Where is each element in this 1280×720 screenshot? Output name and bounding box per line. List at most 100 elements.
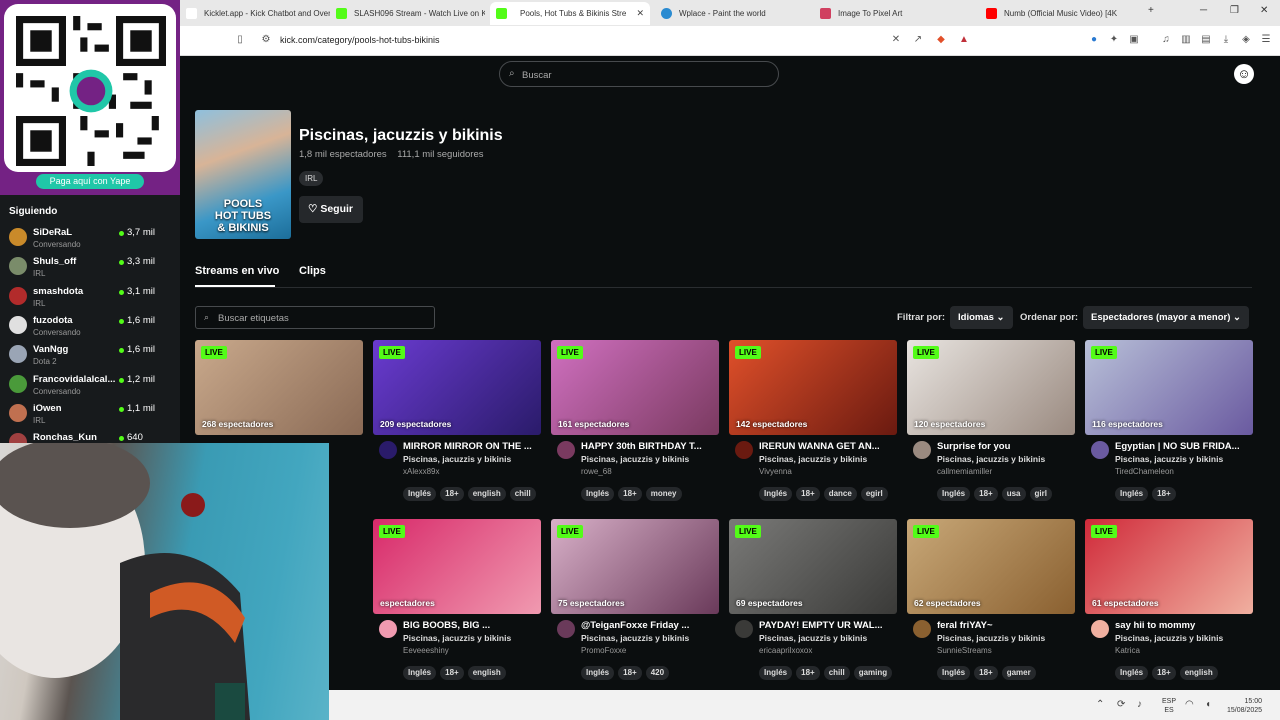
stream-tag[interactable]: 18+ xyxy=(796,487,820,501)
chevron-up-icon[interactable]: ⌃ xyxy=(1096,699,1104,710)
stream-username[interactable]: xAlexx89x xyxy=(403,467,439,476)
stream-category[interactable]: Piscinas, jacuzzis y bikinis xyxy=(1115,454,1223,464)
stream-title[interactable]: PAYDAY! EMPTY UR WAL... xyxy=(759,620,895,631)
stream-category[interactable]: Piscinas, jacuzzis y bikinis xyxy=(1115,633,1223,643)
follow-button[interactable]: ♡ Seguir xyxy=(299,196,363,223)
stream-card[interactable]: LIVE 209 espectadores MIRROR MIRROR ON THE… xyxy=(373,340,541,510)
avatar[interactable] xyxy=(913,441,931,459)
stream-tag[interactable]: 18+ xyxy=(618,487,642,501)
avatar[interactable] xyxy=(379,441,397,459)
stream-thumbnail[interactable]: LIVE 120 espectadores xyxy=(907,340,1075,435)
stream-username[interactable]: SunnieStreams xyxy=(937,646,992,655)
sync-icon[interactable]: ⟳ xyxy=(1117,699,1125,710)
brave-shield-icon[interactable]: ◆ xyxy=(935,34,947,46)
stream-card[interactable]: LIVE 120 espectadores Surprise for you Pisc… xyxy=(907,340,1075,510)
stream-tag[interactable]: 18+ xyxy=(440,487,464,501)
stream-username[interactable]: Katrica xyxy=(1115,646,1140,655)
site-info-icon[interactable]: ⚙ xyxy=(260,34,272,46)
stream-category[interactable]: Piscinas, jacuzzis y bikinis xyxy=(581,454,689,464)
stream-category[interactable]: Piscinas, jacuzzis y bikinis xyxy=(403,454,511,464)
sidebar-channel-item[interactable]: fuzodota Conversando 1,6 mil xyxy=(0,313,180,342)
stream-card[interactable]: LIVE 116 espectadores Egyptian | NO SUB FR… xyxy=(1085,340,1253,510)
stream-title[interactable]: HAPPY 30th BIRTHDAY T... xyxy=(581,441,717,452)
stream-title[interactable]: BIG BOOBS, BIG ... xyxy=(403,620,539,631)
bookmark-icon[interactable]: ▯ xyxy=(234,34,246,46)
tab-clips[interactable]: Clips xyxy=(299,265,326,277)
sidebar-channel-item[interactable]: VanNgg Dota 2 1,6 mil xyxy=(0,342,180,371)
sidebar-channel-item[interactable]: Francovidalalcal... Conversando 1,2 mil xyxy=(0,372,180,401)
stream-title[interactable]: Egyptian | NO SUB FRIDA... xyxy=(1115,441,1251,452)
stream-tag[interactable]: dance xyxy=(823,487,857,501)
browser-tab[interactable]: Numb (Official Music Video) [4K xyxy=(980,2,1146,25)
stream-card[interactable]: LIVE 161 espectadores HAPPY 30th BIRTHDAY … xyxy=(551,340,719,510)
stream-thumbnail[interactable]: LIVE 268 espectadores xyxy=(195,340,363,435)
stream-category[interactable]: Piscinas, jacuzzis y bikinis xyxy=(581,633,689,643)
stream-tag[interactable]: 18+ xyxy=(974,487,998,501)
volume-icon[interactable]: ◖ xyxy=(1205,699,1211,710)
stream-username[interactable]: Vivyenna xyxy=(759,467,792,476)
stream-thumbnail[interactable]: LIVE 161 espectadores xyxy=(551,340,719,435)
stream-tag[interactable]: 18+ xyxy=(796,666,820,680)
stream-tag[interactable]: 18+ xyxy=(1152,666,1176,680)
url-field[interactable]: kick.com/category/pools-hot-tubs-bikinis xyxy=(280,35,440,45)
stream-tag[interactable]: Inglés xyxy=(937,666,971,680)
avatar[interactable] xyxy=(379,620,397,638)
stream-category[interactable]: Piscinas, jacuzzis y bikinis xyxy=(937,633,1045,643)
language-indicator[interactable]: ESP ES xyxy=(1162,697,1176,715)
stream-card[interactable]: LIVE 142 espectadores IRERUN WANNA GET AN.… xyxy=(729,340,897,510)
wallet-icon[interactable]: ▣ xyxy=(1128,34,1140,46)
avatar[interactable] xyxy=(557,441,575,459)
new-tab-icon[interactable]: + xyxy=(1148,5,1154,16)
yape-pay-button[interactable]: Paga aquí con Yape xyxy=(36,174,144,189)
search-input[interactable]: ⌕ Buscar xyxy=(499,61,779,87)
stream-username[interactable]: ericaaprilxoxox xyxy=(759,646,812,655)
stream-card[interactable]: LIVE 75 espectadores @TeiganFoxxe Friday .… xyxy=(551,519,719,689)
avatar[interactable] xyxy=(735,441,753,459)
stream-tag[interactable]: Inglés xyxy=(581,487,615,501)
stream-username[interactable]: PromoFoxxe xyxy=(581,646,626,655)
browser-tab[interactable]: Image To Pixel Art xyxy=(818,2,968,25)
music-icon[interactable]: ♫ xyxy=(1160,34,1172,46)
avatar[interactable] xyxy=(557,620,575,638)
stream-title[interactable]: MIRROR MIRROR ON THE ... xyxy=(403,441,539,452)
vpn-icon[interactable]: ◈ xyxy=(1240,34,1252,46)
wifi-icon[interactable]: ◠ xyxy=(1185,699,1194,710)
sidebar-channel-item[interactable]: iOwen IRL 1,1 mil xyxy=(0,401,180,430)
stream-tag[interactable]: egirl xyxy=(860,487,888,501)
stream-tag[interactable]: Inglés xyxy=(759,487,793,501)
stream-tag[interactable]: Inglés xyxy=(759,666,793,680)
wallet-2-icon[interactable]: ▤ xyxy=(1200,34,1212,46)
sort-dropdown[interactable]: Espectadores (mayor a menor) ⌄ xyxy=(1083,306,1249,329)
stream-tag[interactable]: usa xyxy=(1001,487,1026,501)
puzzle-icon[interactable]: ✦ xyxy=(1108,34,1120,46)
stream-card[interactable]: LIVE 61 espectadores say hii to mommy Pisci… xyxy=(1085,519,1253,689)
tag-search-input[interactable]: ⌕ Buscar etiquetas xyxy=(195,306,435,329)
stream-category[interactable]: Piscinas, jacuzzis y bikinis xyxy=(759,633,867,643)
stream-thumbnail[interactable]: LIVE 142 espectadores xyxy=(729,340,897,435)
stream-tag[interactable]: 18+ xyxy=(618,666,642,680)
stream-card[interactable]: LIVE 69 espectadores PAYDAY! EMPTY UR WAL.… xyxy=(729,519,897,689)
stream-thumbnail[interactable]: LIVE 62 espectadores xyxy=(907,519,1075,614)
stream-category[interactable]: Piscinas, jacuzzis y bikinis xyxy=(937,454,1045,464)
share-icon[interactable]: ↗ xyxy=(912,34,924,46)
stream-username[interactable]: TiredChameleon xyxy=(1115,467,1174,476)
stream-tag[interactable]: 18+ xyxy=(974,666,998,680)
rewards-icon[interactable]: ▲ xyxy=(958,34,970,46)
tab-live-streams[interactable]: Streams en vivo xyxy=(195,265,279,277)
window-close-icon[interactable]: ✕ xyxy=(1260,5,1268,16)
stream-thumbnail[interactable]: LIVE espectadores xyxy=(373,519,541,614)
stream-tag[interactable]: Inglés xyxy=(581,666,615,680)
stream-thumbnail[interactable]: LIVE 61 espectadores xyxy=(1085,519,1253,614)
sidebar-channel-item[interactable]: smashdota IRL 3,1 mil xyxy=(0,284,180,313)
restore-icon[interactable]: ❐ xyxy=(1230,5,1239,16)
stream-tag[interactable]: gamer xyxy=(1001,666,1036,680)
avatar[interactable] xyxy=(913,620,931,638)
stream-tag[interactable]: Inglés xyxy=(403,666,437,680)
stream-username[interactable]: Eeveeeshiny xyxy=(403,646,449,655)
stream-tag[interactable]: girl xyxy=(1029,487,1052,501)
stream-thumbnail[interactable]: LIVE 209 espectadores xyxy=(373,340,541,435)
stream-tag[interactable]: Inglés xyxy=(1115,487,1149,501)
minimize-icon[interactable]: ─ xyxy=(1200,5,1207,16)
stream-tag[interactable]: 18+ xyxy=(1152,487,1176,501)
stream-thumbnail[interactable]: LIVE 69 espectadores xyxy=(729,519,897,614)
